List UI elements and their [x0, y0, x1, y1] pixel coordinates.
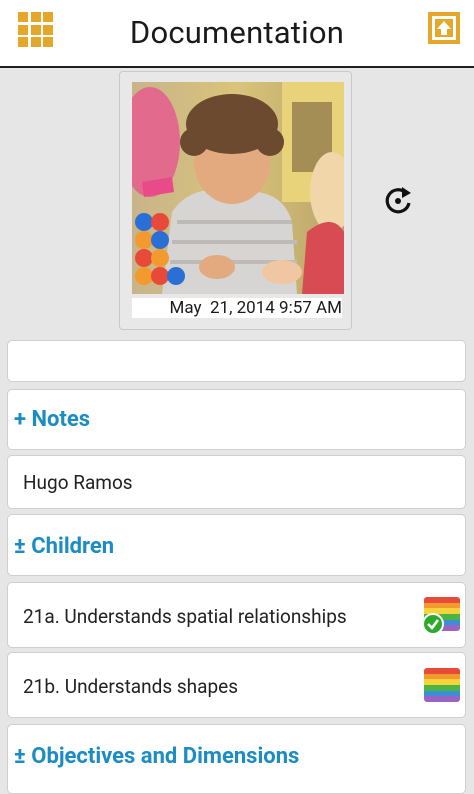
- notes-section-toggle[interactable]: + Notes: [7, 389, 466, 450]
- objective-label: 21b. Understands shapes: [23, 675, 239, 698]
- notes-label: + Notes: [14, 407, 91, 432]
- children-label: ± Children: [14, 534, 115, 559]
- photo-card[interactable]: May 21, 2014 9:57 AM: [119, 71, 352, 330]
- objectives-section-label: ± Objectives and Dimensions: [14, 744, 300, 769]
- rotate-icon[interactable]: [380, 183, 416, 219]
- photo-date: May 21, 2014 9:57 AM: [132, 298, 342, 318]
- objective-item[interactable]: 21a. Understands spatial relationships: [7, 582, 466, 648]
- child-list-item[interactable]: Hugo Ramos: [7, 455, 466, 509]
- objective-label: 21a. Understands spatial relationships: [23, 605, 347, 628]
- objectives-section-toggle[interactable]: ± Objectives and Dimensions: [7, 724, 466, 794]
- top-app-bar: Documentation: [0, 0, 474, 68]
- children-section-toggle[interactable]: ± Children: [7, 514, 466, 576]
- checkmark-icon: [422, 613, 444, 635]
- share-export-icon[interactable]: [427, 11, 461, 45]
- child-photo[interactable]: [132, 82, 344, 294]
- rainbow-flag-icon: [424, 668, 460, 702]
- page-title: Documentation: [129, 14, 345, 51]
- caption-input[interactable]: [7, 340, 466, 382]
- child-name: Hugo Ramos: [23, 471, 133, 494]
- objective-item[interactable]: 21b. Understands shapes: [7, 652, 466, 718]
